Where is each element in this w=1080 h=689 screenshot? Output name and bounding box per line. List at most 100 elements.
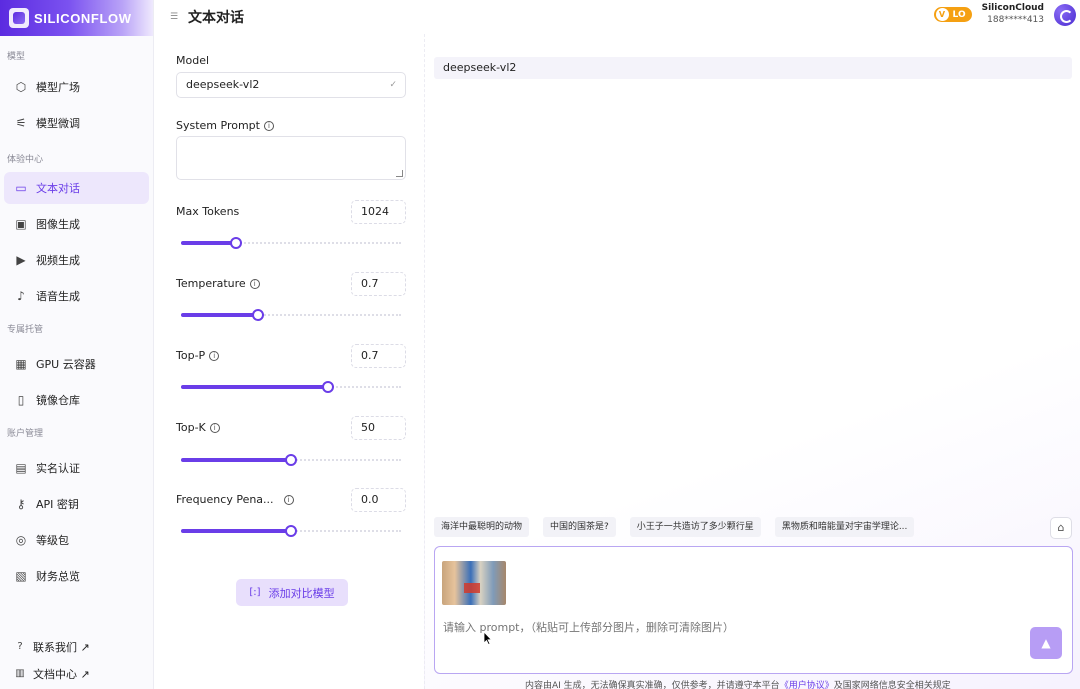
top-k-input[interactable]: 50	[351, 416, 406, 440]
slider-fill	[181, 241, 236, 245]
sidebar-item-label: 财务总览	[36, 570, 80, 583]
uploaded-image-thumbnail[interactable]	[442, 561, 506, 605]
user-info[interactable]: SiliconCloud 188*****413	[982, 3, 1044, 26]
slider-thumb[interactable]	[285, 525, 297, 537]
frequency-penalty-label-text: Frequency Pena...	[176, 493, 274, 506]
info-icon[interactable]: i	[209, 350, 220, 361]
level-label: LO	[952, 9, 966, 20]
top-p-input[interactable]: 0.7	[351, 344, 406, 368]
max-tokens-label: Max Tokens	[176, 205, 239, 218]
sidebar-item-label: 语音生成	[36, 290, 80, 303]
suggestion-list: 海洋中最聪明的动物 中国的国茶是? 小王子一共造访了多少颗行星 黑物质和暗能量对…	[434, 517, 928, 537]
broom-icon: ⌂	[1057, 521, 1065, 534]
section-title-experience: 体验中心	[7, 155, 44, 165]
prompt-input[interactable]	[443, 621, 1003, 634]
contact-us-link[interactable]: ? 联系我们 ↗	[14, 639, 89, 655]
top-p-label-text: Top-P	[176, 349, 206, 362]
chevron-down-icon: ✓	[389, 80, 397, 90]
level-badge[interactable]: V LO	[933, 7, 972, 22]
image-icon: ▣	[15, 217, 27, 231]
suggestion-chip[interactable]: 黑物质和暗能量对宇宙学理论...	[774, 517, 915, 537]
slider-thumb[interactable]	[285, 454, 297, 466]
config-panel: Model deepseek-vl2 ✓ System Prompt i Max…	[154, 34, 424, 689]
user-area: V LO SiliconCloud 188*****413	[933, 3, 1076, 26]
system-prompt-label-text: System Prompt	[176, 119, 260, 132]
sidebar-item-finance[interactable]: ▧ 财务总览	[4, 560, 149, 592]
system-prompt-textarea[interactable]	[176, 136, 406, 180]
suggestion-chip[interactable]: 中国的国茶是?	[543, 517, 616, 537]
docs-center-link[interactable]: ▥ 文档中心 ↗	[14, 666, 90, 682]
sidebar-item-fine-tune[interactable]: ⚟ 模型微调	[4, 107, 149, 139]
sidebar-item-label: 视频生成	[36, 254, 80, 267]
chat-icon: ▭	[15, 181, 27, 195]
question-icon: ?	[17, 641, 23, 652]
suggestion-chip[interactable]: 小王子一共造访了多少颗行星	[629, 517, 761, 537]
temperature-label-text: Temperature	[176, 277, 246, 290]
sidebar-item-label: API 密钥	[36, 498, 79, 511]
sidebar-item-gpu-container[interactable]: ▦ GPU 云容器	[4, 348, 149, 380]
prompt-input-box[interactable]: ▲	[434, 546, 1073, 674]
sidebar-item-model-square[interactable]: ⬡ 模型广场	[4, 71, 149, 103]
slider-fill	[181, 458, 291, 462]
temperature-slider[interactable]	[181, 309, 401, 321]
sidebar-item-label: 镜像仓库	[36, 394, 80, 407]
finance-icon: ▧	[15, 569, 27, 583]
key-icon: ⚷	[16, 497, 26, 511]
sidebar-item-image-gen[interactable]: ▣ 图像生成	[4, 208, 149, 240]
add-compare-model-button[interactable]: [:] 添加对比模型	[236, 579, 348, 606]
info-icon[interactable]: i	[209, 422, 220, 433]
sidebar-item-video-gen[interactable]: ▶ 视频生成	[4, 244, 149, 276]
slider-fill	[181, 313, 258, 317]
info-icon[interactable]: i	[249, 278, 260, 289]
id-card-icon: ▤	[15, 461, 27, 475]
info-icon[interactable]: i	[263, 120, 274, 131]
sidebar-item-label: GPU 云容器	[36, 358, 96, 371]
frequency-penalty-input[interactable]: 0.0	[351, 488, 406, 512]
page-title: 文本对话	[188, 10, 244, 26]
top-k-slider[interactable]	[181, 454, 401, 466]
frequency-penalty-label: Frequency Pena... i	[176, 493, 294, 506]
section-title-models: 模型	[7, 52, 26, 62]
model-select[interactable]: deepseek-vl2 ✓	[176, 72, 406, 98]
sidebar-item-label: 图像生成	[36, 218, 80, 231]
slider-fill	[181, 385, 329, 389]
model-label: Model	[176, 54, 209, 67]
max-tokens-input[interactable]: 1024	[351, 200, 406, 224]
max-tokens-label-text: Max Tokens	[176, 205, 240, 218]
sidebar: SILICONFLOW 模型 ⬡ 模型广场 ⚟ 模型微调 体验中心 ▭ 文本对话…	[0, 0, 154, 689]
sidebar-item-api-key[interactable]: ⚷ API 密钥	[4, 488, 149, 520]
top-p-label: Top-P i	[176, 349, 220, 362]
sidebar-item-voice-gen[interactable]: ♪ 语音生成	[4, 280, 149, 312]
avatar[interactable]	[1054, 3, 1076, 26]
suggestion-chip[interactable]: 海洋中最聪明的动物	[434, 517, 530, 537]
send-button[interactable]: ▲	[1030, 627, 1062, 659]
vip-icon: V	[935, 8, 949, 21]
sidebar-item-label: 等级包	[36, 534, 69, 547]
user-id: 188*****413	[987, 15, 1044, 25]
temperature-input[interactable]: 0.7	[351, 272, 406, 296]
docs-center-label: 文档中心 ↗	[33, 668, 90, 681]
slider-thumb[interactable]	[322, 381, 335, 393]
clear-chat-button[interactable]: ⌂	[1050, 517, 1072, 539]
temperature-label: Temperature i	[176, 277, 260, 290]
sidebar-item-label: 文本对话	[36, 182, 80, 195]
sidebar-item-verification[interactable]: ▤ 实名认证	[4, 452, 149, 484]
sidebar-item-image-repo[interactable]: ▯ 镜像仓库	[4, 384, 149, 416]
max-tokens-slider[interactable]	[181, 237, 401, 249]
disclaimer: 内容由AI 生成，无法确保真实准确，仅供参考，并请遵守本平台《用户协议》及国家网…	[525, 678, 951, 689]
model-tag: deepseek-vl2	[434, 57, 1072, 79]
video-icon: ▶	[16, 253, 26, 267]
sidebar-item-text-chat[interactable]: ▭ 文本对话	[4, 172, 149, 204]
frequency-penalty-slider[interactable]	[181, 525, 401, 537]
sidebar-collapse-icon[interactable]: ☰	[168, 12, 180, 22]
add-compare-model-label: 添加对比模型	[268, 586, 335, 600]
top-p-slider[interactable]	[181, 381, 401, 393]
disclaimer-prefix: 内容由AI 生成，无法确保真实准确，仅供参考，并请遵守本平台	[525, 681, 780, 689]
slider-thumb[interactable]	[252, 309, 264, 321]
user-agreement-link[interactable]: 《用户协议》	[780, 681, 834, 689]
sidebar-item-level-package[interactable]: ◎ 等级包	[4, 524, 149, 556]
app-root: SILICONFLOW 模型 ⬡ 模型广场 ⚟ 模型微调 体验中心 ▭ 文本对话…	[0, 0, 1080, 689]
slider-thumb[interactable]	[230, 237, 242, 249]
logo[interactable]: SILICONFLOW	[0, 0, 153, 36]
info-icon[interactable]: i	[283, 494, 294, 505]
